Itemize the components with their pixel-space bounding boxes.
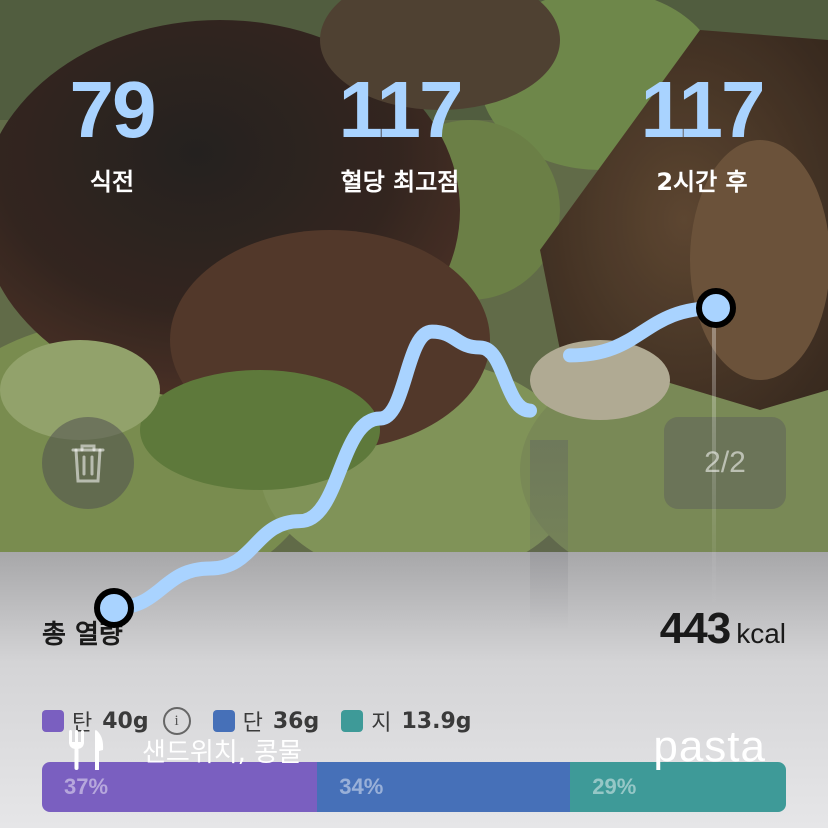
food-name: 샌드위치, 콩물 — [142, 737, 303, 768]
stat-peak: 117 혈당 최고점 — [290, 70, 510, 197]
macro-key: 지 — [371, 711, 392, 736]
stat-two-hours-after: 117 2시간 후 — [592, 70, 812, 197]
total-calories: 443 kcal — [660, 604, 786, 654]
stat-value: 117 — [338, 65, 463, 154]
trash-icon — [71, 444, 105, 483]
brand-logo: pasta — [653, 722, 766, 771]
page-indicator: 2/2 — [664, 417, 786, 509]
macro-fat: 지 13.9g — [341, 705, 472, 737]
total-calories-unit: kcal — [736, 618, 786, 649]
protein-swatch — [212, 710, 235, 732]
protein-ratio: 34% — [317, 762, 571, 812]
total-calories-value: 443 — [659, 604, 731, 653]
fat-swatch — [341, 710, 364, 732]
macro-value: 13.9g — [401, 708, 472, 734]
stat-value: 79 — [69, 65, 157, 154]
stat-before-meal: 79 식전 — [2, 70, 222, 197]
carbs-swatch — [42, 710, 64, 732]
total-calories-label: 총 열량 — [42, 620, 123, 650]
stat-label: 혈당 최고점 — [340, 168, 460, 196]
utensils-icon — [69, 730, 104, 770]
stat-label: 2시간 후 — [656, 168, 748, 196]
stat-label: 식전 — [89, 168, 135, 196]
food-info: 샌드위치, 콩물 — [66, 730, 302, 770]
stat-value: 117 — [640, 65, 765, 154]
delete-button[interactable] — [42, 417, 134, 509]
